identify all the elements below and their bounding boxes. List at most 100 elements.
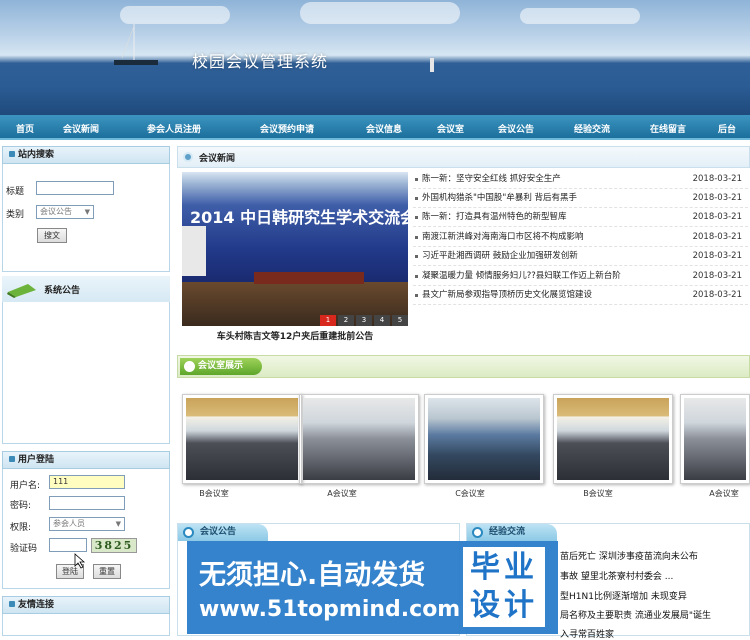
site-title: 校园会议管理系统 bbox=[192, 52, 329, 71]
main-nav: 首页 会议新闻 参会人员注册 会议预约申请 会议信息 会议室 会议公告 经验交流… bbox=[0, 115, 750, 140]
nav-announce[interactable]: 会议公告 bbox=[498, 122, 534, 135]
news-item[interactable]: 陈一新：坚守安全红线 抓好安全生产 2018-03-21 bbox=[413, 170, 748, 189]
links-panel-header: 友情连接 bbox=[2, 596, 170, 614]
nav-news[interactable]: 会议新闻 bbox=[63, 122, 99, 135]
nav-meeting-info[interactable]: 会议信息 bbox=[366, 122, 402, 135]
announce-tab: 会议公告 bbox=[178, 524, 268, 541]
room-photo[interactable] bbox=[424, 394, 544, 484]
pager-item-4[interactable]: 4 bbox=[374, 315, 390, 326]
room-image bbox=[557, 398, 669, 480]
nav-admin[interactable]: 后台 bbox=[718, 122, 736, 135]
username-label: 用户名: bbox=[10, 481, 41, 491]
reset-button[interactable]: 重置 bbox=[93, 564, 121, 579]
exchange-item[interactable]: 型H1N1比例逐渐增加 未现变异 bbox=[560, 589, 687, 602]
photo-headline: 2014 中日韩研究生学术交流会 bbox=[190, 208, 408, 227]
news-item[interactable]: 习近平赴湘西调研 鼓励企业加强研发创新 2018-03-21 bbox=[413, 247, 748, 266]
ad-line-1: 无须担心.自动发货 bbox=[199, 560, 426, 591]
news-item[interactable]: 陈一新：打造具有温州特色的新型智库 2018-03-21 bbox=[413, 208, 748, 227]
room-image bbox=[186, 398, 298, 480]
exchange-item[interactable]: 苗后死亡 深圳涉事疫苗流向未公布 bbox=[560, 549, 698, 562]
watermark-ad: 无须担心.自动发货 www.51topmind.com 毕业设计 bbox=[187, 541, 558, 634]
exchange-item[interactable]: 事故 望里北茶寮村村委会 ... bbox=[560, 569, 673, 582]
photo-screen bbox=[182, 226, 206, 276]
search-panel-header: 站内搜索 bbox=[2, 146, 170, 164]
room-photo[interactable] bbox=[553, 394, 673, 484]
links-panel bbox=[2, 614, 170, 636]
bullet-icon bbox=[415, 294, 418, 297]
news-item-date: 2018-03-21 bbox=[692, 193, 742, 203]
rooms-header bbox=[177, 355, 750, 378]
room-photo[interactable] bbox=[299, 394, 419, 484]
news-title: 会议新闻 bbox=[199, 154, 236, 164]
news-item-title[interactable]: 南渡江新洪峰对海南海口市区将不构成影响 bbox=[422, 228, 584, 247]
cloud bbox=[300, 2, 460, 24]
news-item-title[interactable]: 凝聚温暖力量 倾情服务妇儿??县妇联工作迈上新台阶 bbox=[422, 267, 621, 286]
news-item-title[interactable]: 陈一新：坚守安全红线 抓好安全生产 bbox=[422, 170, 561, 189]
news-item-date: 2018-03-21 bbox=[692, 174, 742, 184]
circle-bullet-icon bbox=[183, 527, 194, 538]
news-item-title[interactable]: 习近平赴湘西调研 鼓励企业加强研发创新 bbox=[422, 247, 578, 266]
chevron-down-icon: ▼ bbox=[84, 208, 90, 216]
rooms-tab: 会议室展示 bbox=[180, 358, 262, 375]
nav-rooms[interactable]: 会议室 bbox=[437, 122, 464, 135]
bullet-icon bbox=[9, 601, 15, 607]
photo-caption[interactable]: 车头村陈吉文等12户夹后重建批前公告 bbox=[182, 329, 408, 342]
type-select-value: 会议公告 bbox=[40, 207, 72, 216]
news-item[interactable]: 外国机构猎杀"中国股"牟暴利 背后有黑手 2018-03-21 bbox=[413, 189, 748, 208]
cursor-icon bbox=[74, 553, 86, 569]
news-photo[interactable]: 2014 中日韩研究生学术交流会 bbox=[182, 172, 408, 326]
password-input[interactable] bbox=[49, 496, 125, 510]
news-item[interactable]: 凝聚温暖力量 倾情服务妇儿??县妇联工作迈上新台阶 2018-03-21 bbox=[413, 267, 748, 286]
search-button[interactable]: 搜文 bbox=[37, 228, 67, 243]
bullet-icon bbox=[9, 456, 15, 462]
pager-item-1[interactable]: 1 bbox=[320, 315, 336, 326]
exchange-item[interactable]: 入寻常百姓家 bbox=[560, 627, 614, 640]
room-photo[interactable] bbox=[182, 394, 302, 484]
ad-line-2: www.51topmind.com bbox=[199, 597, 461, 622]
news-item[interactable]: 南渡江新洪峰对海南海口市区将不构成影响 2018-03-21 bbox=[413, 228, 748, 247]
title-input[interactable] bbox=[36, 181, 114, 195]
room-caption[interactable]: A会议室 bbox=[312, 488, 372, 499]
room-caption[interactable]: B会议室 bbox=[184, 488, 244, 499]
news-item[interactable]: 县文广新局参观指导顶桥历史文化展览馆建设 2018-03-21 bbox=[413, 286, 748, 305]
bullet-icon bbox=[415, 236, 418, 239]
room-photo[interactable] bbox=[680, 394, 750, 484]
pager-item-5[interactable]: 5 bbox=[392, 315, 408, 326]
room-caption[interactable]: C会议室 bbox=[440, 488, 500, 499]
bullet-icon bbox=[415, 275, 418, 278]
ad-badge: 毕业设计 bbox=[463, 547, 545, 627]
bullet-icon bbox=[415, 216, 418, 219]
type-select[interactable]: 会议公告 ▼ bbox=[36, 205, 94, 219]
nav-register[interactable]: 参会人员注册 bbox=[147, 122, 201, 135]
nav-home[interactable]: 首页 bbox=[16, 122, 34, 135]
news-item-date: 2018-03-21 bbox=[692, 290, 742, 300]
exchange-item[interactable]: 局名称及主要职责 流通业发展局"诞生 bbox=[560, 608, 711, 621]
room-caption[interactable]: B会议室 bbox=[568, 488, 628, 499]
sailboat-icon bbox=[114, 24, 158, 65]
role-select[interactable]: 参会人员 ▼ bbox=[49, 517, 125, 531]
pager-item-3[interactable]: 3 bbox=[356, 315, 372, 326]
exchange-title: 经验交流 bbox=[489, 527, 526, 537]
news-item-title[interactable]: 外国机构猎杀"中国股"牟暴利 背后有黑手 bbox=[422, 189, 577, 208]
room-image bbox=[303, 398, 415, 480]
captcha-image[interactable]: 3825 bbox=[91, 538, 137, 553]
exchange-tab: 经验交流 bbox=[467, 524, 557, 541]
bullet-icon bbox=[415, 197, 418, 200]
pager-item-2[interactable]: 2 bbox=[338, 315, 354, 326]
circle-bullet-icon bbox=[472, 527, 483, 538]
role-label: 权限: bbox=[10, 523, 32, 533]
circle-bullet-icon bbox=[184, 361, 195, 372]
room-caption[interactable]: A会议室 bbox=[694, 488, 750, 499]
rooms-title: 会议室展示 bbox=[198, 361, 244, 371]
news-item-title[interactable]: 县文广新局参观指导顶桥历史文化展览馆建设 bbox=[422, 286, 592, 305]
title-label: 标题 bbox=[6, 187, 25, 197]
room-image bbox=[684, 398, 746, 480]
news-item-date: 2018-03-21 bbox=[692, 251, 742, 261]
nav-message[interactable]: 在线留言 bbox=[650, 122, 686, 135]
username-input[interactable]: 111 bbox=[49, 475, 125, 489]
nav-exchange[interactable]: 经验交流 bbox=[574, 122, 610, 135]
news-item-date: 2018-03-21 bbox=[692, 271, 742, 281]
captcha-input[interactable] bbox=[49, 538, 87, 552]
news-item-title[interactable]: 陈一新：打造具有温州特色的新型智库 bbox=[422, 208, 567, 227]
nav-booking[interactable]: 会议预约申请 bbox=[260, 122, 314, 135]
